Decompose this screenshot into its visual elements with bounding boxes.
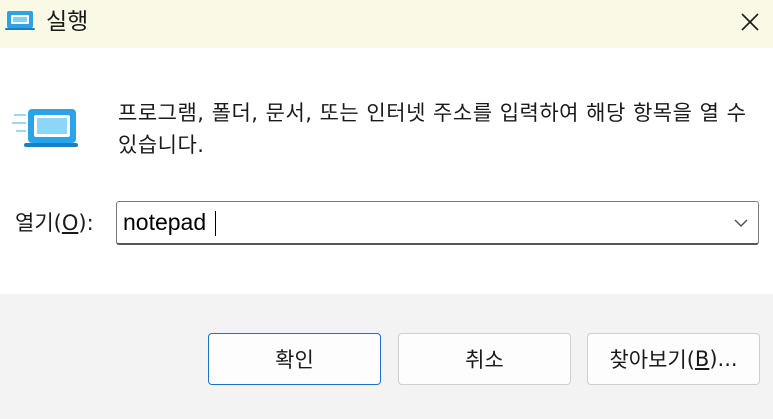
chevron-down-icon — [734, 219, 748, 228]
dialog-content: 프로그램, 폴더, 문서, 또는 인터넷 주소를 입력하여 해당 항목을 열 수… — [0, 48, 773, 294]
cancel-button[interactable]: 취소 — [398, 333, 571, 385]
open-label: 열기(O): — [15, 211, 94, 235]
button-bar: 확인 취소 찾아보기(B)... — [0, 294, 773, 419]
ok-button[interactable]: 확인 — [208, 333, 381, 385]
text-caret — [215, 211, 216, 236]
open-combobox[interactable] — [116, 201, 759, 245]
run-app-icon — [5, 8, 35, 32]
run-icon — [12, 103, 80, 157]
browse-button[interactable]: 찾아보기(B)... — [587, 333, 760, 385]
title-bar: 실행 — [0, 0, 773, 48]
window-title: 실행 — [46, 9, 89, 35]
open-input[interactable] — [123, 207, 713, 237]
close-icon — [741, 13, 759, 31]
dropdown-button[interactable] — [732, 214, 750, 232]
dialog-description: 프로그램, 폴더, 문서, 또는 인터넷 주소를 입력하여 해당 항목을 열 수… — [118, 101, 747, 157]
run-dialog: 실행 프로그램, 폴더, 문서, 또는 인터넷 주소를 입력하여 해당 항목을 … — [0, 0, 773, 419]
close-button[interactable] — [727, 0, 773, 44]
